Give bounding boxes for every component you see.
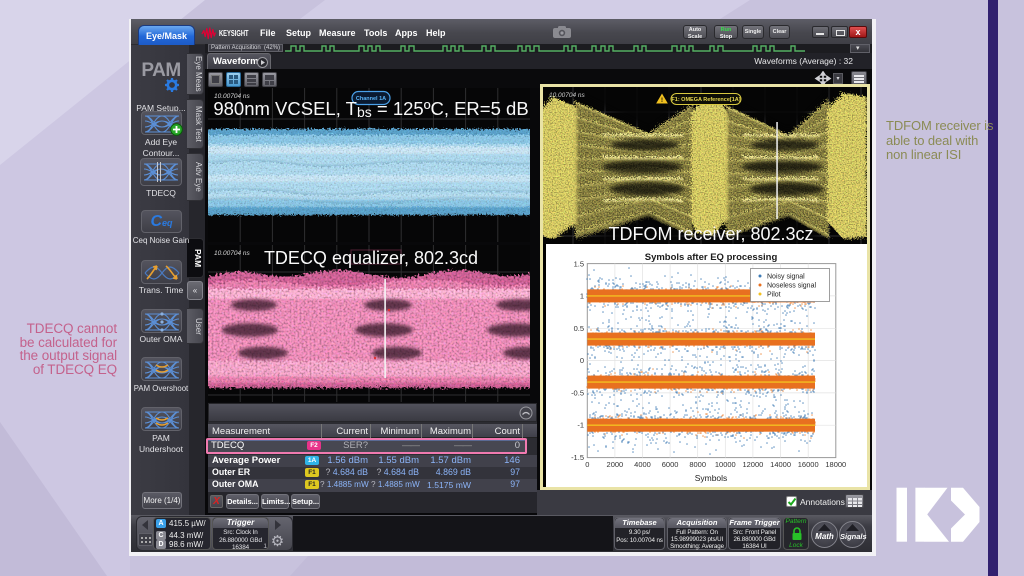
svg-text:1: 1	[580, 291, 584, 300]
svg-text:18000: 18000	[825, 460, 846, 469]
svg-text:8000: 8000	[689, 460, 706, 469]
svg-text:-1: -1	[577, 421, 584, 430]
svg-text:6000: 6000	[662, 460, 679, 469]
svg-text:Symbols after EQ processing: Symbols after EQ processing	[645, 252, 778, 263]
svg-text:12000: 12000	[742, 460, 763, 469]
svg-text:0.5: 0.5	[574, 324, 584, 333]
svg-text:0: 0	[580, 356, 584, 365]
svg-text:-0.5: -0.5	[571, 388, 584, 397]
svg-text:2000: 2000	[607, 460, 624, 469]
svg-text:16000: 16000	[798, 460, 819, 469]
svg-text:4000: 4000	[634, 460, 651, 469]
svg-text:Noisy signal: Noisy signal	[767, 274, 805, 281]
svg-text:Symbols: Symbols	[695, 473, 728, 483]
svg-text:Pilot: Pilot	[767, 292, 781, 299]
svg-text:Noseless signal: Noseless signal	[767, 283, 816, 290]
svg-text:0: 0	[585, 460, 589, 469]
svg-text:10000: 10000	[715, 460, 736, 469]
svg-text:1.5: 1.5	[574, 260, 584, 269]
svg-text:14000: 14000	[770, 460, 791, 469]
svg-text:-1.5: -1.5	[571, 453, 584, 462]
